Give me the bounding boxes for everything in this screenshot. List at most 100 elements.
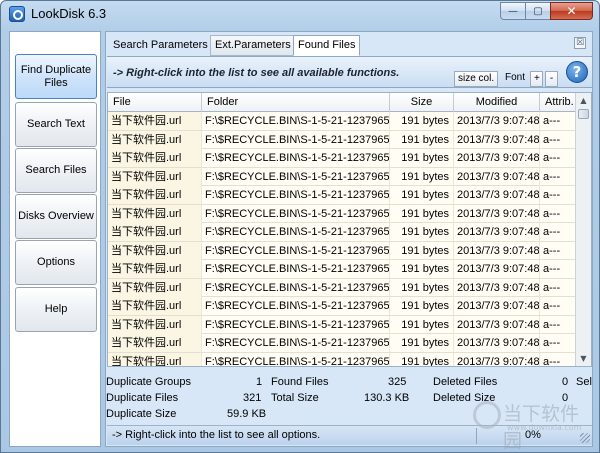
font-increase-button[interactable]: +: [530, 71, 543, 87]
sidebar-item-search-text[interactable]: Search Text: [15, 102, 97, 147]
cell-size: 191 bytes: [390, 315, 454, 334]
table-row[interactable]: 当下软件园.url F:\$RECYCLE.BIN\S-1-5-21-123796…: [108, 352, 577, 366]
title-bar: LookDisk 6.3 — ▢ ✕: [1, 1, 599, 27]
cell-size: 191 bytes: [390, 352, 454, 366]
table-row[interactable]: 当下软件园.url F:\$RECYCLE.BIN\S-1-5-21-123796…: [108, 278, 577, 297]
cell-folder: F:\$RECYCLE.BIN\S-1-5-21-123796510...: [202, 167, 390, 186]
close-tab-icon[interactable]: ☒: [574, 37, 586, 49]
table-row[interactable]: 当下软件园.url F:\$RECYCLE.BIN\S-1-5-21-123796…: [108, 204, 577, 223]
cell-file: 当下软件园.url: [108, 334, 202, 352]
table-row[interactable]: 当下软件园.url F:\$RECYCLE.BIN\S-1-5-21-123796…: [108, 149, 577, 168]
scrollbar-thumb[interactable]: [578, 109, 589, 119]
cell-modified: 2013/7/3 9:07:48: [454, 204, 540, 223]
table-row[interactable]: 当下软件园.url F:\$RECYCLE.BIN\S-1-5-21-123796…: [108, 260, 577, 279]
sidebar-item-search-files[interactable]: Search Files: [15, 148, 97, 193]
cell-attrib: a---: [540, 149, 577, 167]
cell-folder: F:\$RECYCLE.BIN\S-1-5-21-123796510...: [202, 334, 390, 352]
cell-folder: F:\$RECYCLE.BIN\S-1-5-21-123796510...: [202, 149, 390, 167]
help-icon[interactable]: ?: [566, 61, 588, 83]
column-header-folder[interactable]: Folder: [202, 93, 390, 112]
cell-folder: F:\$RECYCLE.BIN\S-1-5-21-123796510...: [202, 352, 390, 366]
cell-size: 191 bytes: [390, 149, 454, 167]
tab-found-files[interactable]: Found Files: [293, 35, 361, 56]
app-icon: [9, 6, 25, 22]
table-row[interactable]: 当下软件园.url F:\$RECYCLE.BIN\S-1-5-21-123796…: [108, 334, 577, 353]
app-window: LookDisk 6.3 — ▢ ✕ Find Duplicate Files …: [0, 0, 600, 453]
cell-modified: 2013/7/3 9:07:48: [454, 167, 540, 186]
main-panel: Search Parameters Ext.Parameters Found F…: [105, 31, 593, 447]
cell-attrib: a---: [540, 315, 577, 334]
sidebar-item-help[interactable]: Help: [15, 287, 97, 332]
column-header-modified[interactable]: Modified: [454, 93, 540, 112]
table-header: File Folder Size Modified Attrib.: [108, 93, 577, 112]
table-row[interactable]: 当下软件园.url F:\$RECYCLE.BIN\S-1-5-21-123796…: [108, 112, 577, 131]
window-title: LookDisk 6.3: [31, 6, 107, 21]
total-size-value: 130.3 KB: [364, 392, 410, 404]
cell-modified: 2013/7/3 9:07:48: [454, 315, 540, 334]
cell-size: 191 bytes: [390, 241, 454, 260]
column-header-size[interactable]: Size: [390, 93, 454, 112]
cell-modified: 2013/7/3 9:07:48: [454, 130, 540, 149]
found-files-label: Found Files: [271, 376, 329, 388]
column-header-attrib[interactable]: Attrib.: [540, 93, 577, 112]
minimize-button[interactable]: —: [500, 2, 526, 20]
cell-modified: 2013/7/3 9:07:48: [454, 223, 540, 241]
cell-size: 191 bytes: [390, 204, 454, 223]
cell-attrib: a---: [540, 241, 577, 260]
cell-folder: F:\$RECYCLE.BIN\S-1-5-21-123796510...: [202, 223, 390, 241]
cell-modified: 2013/7/3 9:07:48: [454, 334, 540, 352]
duplicate-groups-value: 1: [256, 376, 263, 388]
cell-modified: 2013/7/3 9:07:48: [454, 186, 540, 204]
tab-search-parameters[interactable]: Search Parameters: [108, 35, 213, 56]
cell-attrib: a---: [540, 112, 577, 130]
duplicate-files-label: Duplicate Files: [106, 392, 179, 404]
table-row[interactable]: 当下软件园.url F:\$RECYCLE.BIN\S-1-5-21-123796…: [108, 186, 577, 205]
cell-size: 191 bytes: [390, 130, 454, 149]
sidebar-item-disks-overview[interactable]: Disks Overview: [15, 194, 97, 239]
scroll-down-icon[interactable]: ▼: [576, 351, 591, 366]
cell-folder: F:\$RECYCLE.BIN\S-1-5-21-123796510...: [202, 297, 390, 315]
cell-size: 191 bytes: [390, 260, 454, 278]
font-label: Font: [505, 72, 526, 83]
found-files-table[interactable]: File Folder Size Modified Attrib. 当下软件园.…: [107, 92, 592, 367]
cell-file: 当下软件园.url: [108, 352, 202, 366]
cell-attrib: a---: [540, 130, 577, 149]
cell-attrib: a---: [540, 186, 577, 204]
cell-file: 当下软件园.url: [108, 278, 202, 297]
size-col-button[interactable]: size col.: [454, 71, 499, 87]
cell-file: 当下软件园.url: [108, 241, 202, 260]
table-row[interactable]: 当下软件园.url F:\$RECYCLE.BIN\S-1-5-21-123796…: [108, 223, 577, 242]
cell-file: 当下软件园.url: [108, 260, 202, 278]
hint-text: -> Right-click into the list to see all …: [113, 67, 400, 79]
close-button[interactable]: ✕: [550, 2, 593, 20]
table-row[interactable]: 当下软件园.url F:\$RECYCLE.BIN\S-1-5-21-123796…: [108, 167, 577, 186]
watermark-logo-icon: [473, 401, 501, 429]
sidebar-item-find-duplicate-files[interactable]: Find Duplicate Files: [15, 54, 97, 99]
cell-attrib: a---: [540, 223, 577, 241]
cell-file: 当下软件园.url: [108, 315, 202, 334]
cell-folder: F:\$RECYCLE.BIN\S-1-5-21-123796510...: [202, 315, 390, 334]
cell-modified: 2013/7/3 9:07:48: [454, 352, 540, 366]
sidebar-item-options[interactable]: Options: [15, 240, 97, 285]
duplicate-size-label: Duplicate Size: [106, 408, 177, 420]
font-decrease-button[interactable]: -: [545, 71, 558, 87]
scroll-up-icon[interactable]: ▲: [576, 93, 591, 108]
cell-size: 191 bytes: [390, 167, 454, 186]
table-row[interactable]: 当下软件园.url F:\$RECYCLE.BIN\S-1-5-21-123796…: [108, 241, 577, 260]
cell-attrib: a---: [540, 352, 577, 366]
maximize-button[interactable]: ▢: [525, 2, 551, 20]
vertical-scrollbar[interactable]: ▲ ▼: [575, 93, 591, 366]
cell-modified: 2013/7/3 9:07:48: [454, 241, 540, 260]
duplicate-groups-label: Duplicate Groups: [106, 376, 191, 388]
total-size-label: Total Size: [271, 392, 319, 404]
table-row[interactable]: 当下软件园.url F:\$RECYCLE.BIN\S-1-5-21-123796…: [108, 130, 577, 149]
table-row[interactable]: 当下软件园.url F:\$RECYCLE.BIN\S-1-5-21-123796…: [108, 315, 577, 334]
tab-strip: Search Parameters Ext.Parameters Found F…: [106, 32, 592, 56]
cell-modified: 2013/7/3 9:07:48: [454, 112, 540, 130]
column-header-file[interactable]: File: [108, 93, 202, 112]
found-files-value: 325: [388, 376, 407, 388]
watermark-url: www.downxia.com: [507, 423, 582, 432]
deleted-files-label: Deleted Files: [433, 376, 498, 388]
tab-ext-parameters[interactable]: Ext.Parameters: [210, 35, 296, 56]
table-row[interactable]: 当下软件园.url F:\$RECYCLE.BIN\S-1-5-21-123796…: [108, 297, 577, 316]
